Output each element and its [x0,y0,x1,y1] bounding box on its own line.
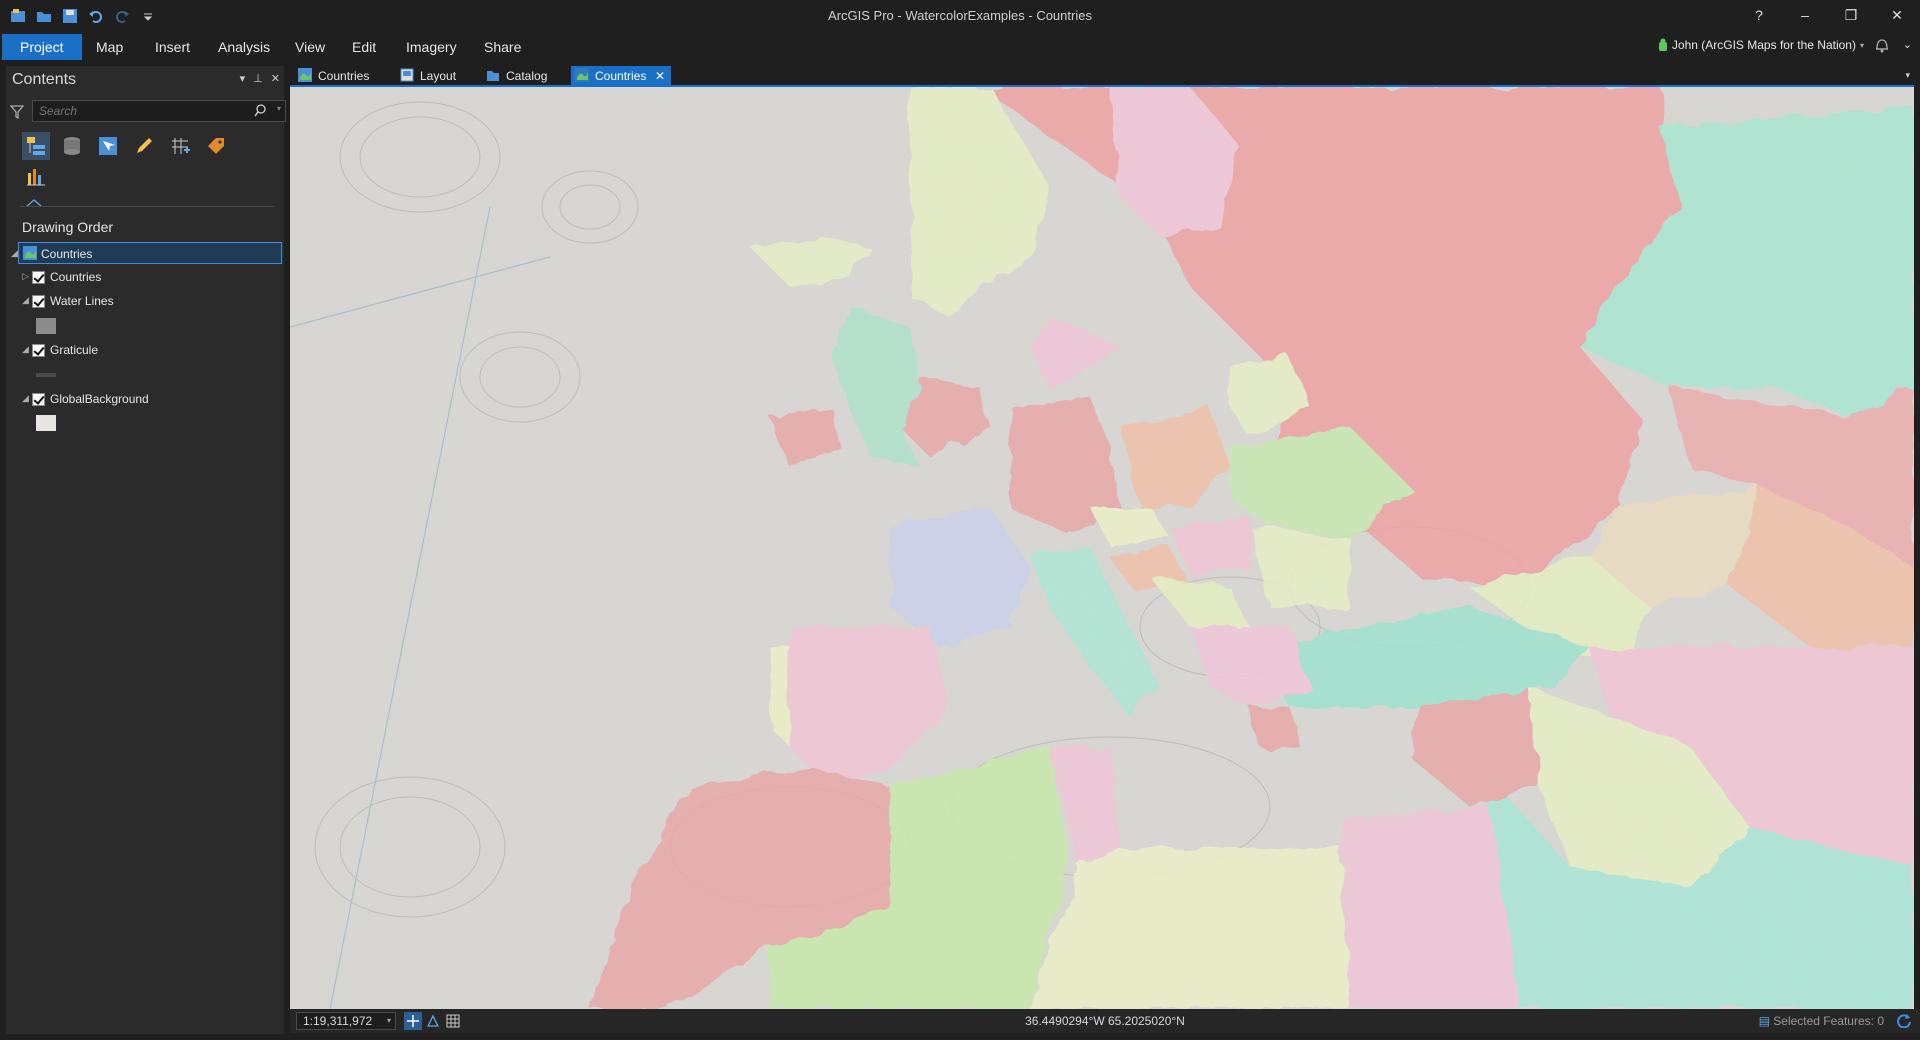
tab-layout[interactable]: Layout [396,66,466,86]
tab-list-dropdown-icon[interactable]: ▾ [1905,70,1910,81]
tab-map-countries-active[interactable]: Countries ✕ [571,66,671,86]
pane-close-icon[interactable]: ✕ [271,72,280,85]
cursor-coordinates: 36.4490294°W 65.2025020°N [1025,1014,1185,1028]
window-title: ArcGIS Pro - WatercolorExamples - Countr… [828,8,1092,23]
contents-search[interactable]: ▾ [32,100,286,122]
ribbon-collapse-icon[interactable]: ⌄ [1903,38,1912,51]
layer-visibility-checkbox[interactable] [32,393,45,406]
tab-label: Layout [420,69,457,83]
layer-label: Graticule [50,343,99,357]
list-by-charts-icon[interactable] [22,162,50,190]
global-background-symbol[interactable] [36,415,56,431]
user-name: John (ArcGIS Maps for the Nation) [1671,38,1856,52]
map-view[interactable] [290,87,1914,1009]
tab-label: Catalog [506,69,548,83]
layer-visibility-checkbox[interactable] [32,344,45,357]
layer-label: GlobalBackground [50,392,149,406]
search-options-icon[interactable]: ▾ [277,104,281,113]
user-status-icon [1658,38,1667,51]
layer-label: Water Lines [50,294,114,308]
tab-analysis[interactable]: Analysis [200,34,288,60]
tab-label: Countries [318,69,370,83]
tab-label: Countries [595,69,647,83]
tab-insert[interactable]: Insert [137,34,208,60]
graticule-symbol[interactable] [36,373,56,377]
selected-features-count[interactable]: ▤ Selected Features: 0 [1759,1014,1884,1028]
user-dropdown-icon: ▾ [1859,40,1864,50]
tab-catalog[interactable]: Catalog [482,66,556,86]
list-by-labeling-icon[interactable] [202,132,230,160]
layer-visibility-checkbox[interactable] [32,271,45,284]
collapse-icon[interactable]: ◢ [11,248,18,259]
collapse-toolbar-icon[interactable] [26,194,42,212]
tab-map-countries[interactable]: Countries [294,66,374,86]
title-bar: ArcGIS Pro - WatercolorExamples - Countr… [0,0,1920,32]
selected-features-text: Selected Features: 0 [1773,1014,1884,1028]
list-by-selection-icon[interactable] [94,132,122,160]
collapse-icon[interactable]: ◢ [22,295,29,306]
expand-icon[interactable]: ▷ [22,271,29,282]
map-icon [23,246,37,263]
paper-texture [290,87,1914,1009]
list-by-drawing-order-icon[interactable] [22,132,50,160]
pin-icon[interactable]: ⊥ [253,72,263,85]
refresh-icon[interactable] [1896,1012,1912,1031]
map-label: Countries [41,247,93,261]
water-lines-symbol[interactable] [36,318,56,334]
layer-visibility-checkbox[interactable] [32,295,45,308]
tab-edit[interactable]: Edit [334,34,394,60]
minimize-button[interactable]: – [1782,0,1828,30]
watercolor-map[interactable] [290,87,1914,1009]
map-item-countries[interactable]: ◢ Countries [11,242,282,264]
search-input[interactable] [33,101,233,121]
help-button[interactable]: ? [1736,0,1782,30]
list-by-data-source-icon[interactable] [58,132,86,160]
close-tab-icon[interactable]: ✕ [655,66,665,86]
tab-project[interactable]: Project [2,34,82,60]
list-by-editing-icon[interactable] [130,132,158,160]
layer-graticule[interactable]: ◢ Graticule [6,339,284,361]
restore-button[interactable]: ❐ [1828,0,1874,30]
search-icon[interactable] [254,104,267,122]
drawing-order-heading: Drawing Order [22,219,114,235]
notification-bell-icon[interactable] [1874,36,1890,59]
list-by-snapping-icon[interactable] [166,132,194,160]
close-button[interactable]: ✕ [1874,0,1920,30]
tab-share[interactable]: Share [466,34,539,60]
pane-options-icon[interactable]: ▾ [240,72,246,85]
selection-icon: ▤ [1758,1014,1774,1028]
layer-global-background[interactable]: ◢ GlobalBackground [6,388,284,410]
contents-pane: Contents ▾ ⊥ ✕ ▾ Drawing Order ◢ [6,66,286,1034]
toolbar-divider [20,206,274,207]
view-tabs: Countries Layout Catalog Countries ✕ [290,64,1920,86]
filter-icon[interactable] [9,104,25,125]
status-bar: 1:19,311,972 ▾ 36.4490294°W 65.2025020°N… [290,1009,1920,1033]
collapse-icon[interactable]: ◢ [22,393,29,404]
contents-title: Contents [12,71,77,88]
tab-imagery[interactable]: Imagery [388,34,475,60]
layer-water-lines[interactable]: ◢ Water Lines [6,290,284,312]
layer-label: Countries [50,270,102,284]
user-account[interactable]: John (ArcGIS Maps for the Nation) ▾ [1658,38,1864,52]
layer-countries[interactable]: ▷ Countries [6,266,284,288]
tab-map[interactable]: Map [78,34,141,60]
ribbon-tabs: Project Map Insert Analysis View Edit Im… [0,32,1920,60]
collapse-icon[interactable]: ◢ [22,344,29,355]
